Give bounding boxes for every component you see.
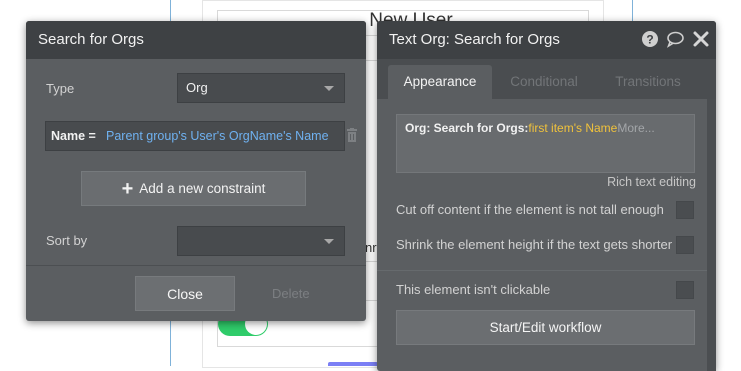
close-icon[interactable] [692, 30, 710, 48]
rich-text-editing-link[interactable]: Rich text editing [607, 175, 696, 189]
text-content-editor[interactable]: Org: Search for Orgs:first item's NameMo… [396, 114, 695, 173]
background-blue-element [328, 362, 378, 366]
help-icon[interactable]: ? [641, 30, 659, 48]
text-content-prefix: Org: Search for Orgs: [405, 121, 529, 135]
cut-off-content-label: Cut off content if the element is not ta… [396, 202, 664, 217]
property-editor: Text Org: Search for Orgs ? Appearance C… [377, 21, 716, 371]
tab-bar: Appearance Conditional Transitions [377, 59, 716, 99]
scrollbar[interactable] [707, 99, 716, 371]
constraint-key[interactable]: Name = [51, 129, 96, 143]
header-icons: ? [637, 30, 710, 48]
footer-divider [26, 265, 366, 266]
type-dropdown[interactable]: Org [177, 73, 345, 103]
dynamic-expression[interactable]: first item's Name [528, 121, 617, 135]
chevron-down-icon [324, 86, 334, 91]
tab-conditional[interactable]: Conditional [499, 65, 589, 99]
sort-by-label: Sort by [46, 233, 88, 248]
background-text-fragment: nr [365, 240, 377, 255]
add-constraint-button[interactable]: + Add a new constraint [81, 171, 306, 206]
chevron-down-icon [324, 239, 334, 244]
constraint-value[interactable]: Parent group's User's OrgName's Name [106, 129, 329, 143]
type-label: Type [46, 81, 75, 96]
cut-off-content-checkbox[interactable] [676, 201, 694, 219]
sort-by-dropdown[interactable] [177, 226, 345, 256]
plus-icon: + [121, 178, 134, 200]
constraint-row[interactable]: Name = Parent group's User's OrgName's N… [45, 121, 345, 151]
tab-transitions[interactable]: Transitions [603, 65, 693, 99]
start-edit-workflow-button[interactable]: Start/Edit workflow [396, 310, 695, 345]
shrink-height-label: Shrink the element height if the text ge… [396, 237, 673, 252]
search-dialog: Search for Orgs Type Org Name = Parent g… [26, 21, 366, 321]
more-link[interactable]: More... [617, 121, 654, 135]
shrink-height-checkbox[interactable] [676, 236, 694, 254]
svg-text:?: ? [646, 33, 653, 47]
type-dropdown-value: Org [186, 80, 208, 95]
add-constraint-label: Add a new constraint [139, 181, 266, 196]
section-divider [377, 270, 707, 271]
tab-appearance[interactable]: Appearance [388, 65, 492, 99]
search-dialog-title: Search for Orgs [26, 21, 366, 59]
not-clickable-checkbox[interactable] [676, 281, 694, 299]
not-clickable-label: This element isn't clickable [396, 282, 551, 297]
comment-icon[interactable] [666, 30, 685, 48]
trash-icon[interactable] [346, 128, 358, 142]
close-button[interactable]: Close [135, 276, 235, 311]
delete-button[interactable]: Delete [272, 276, 312, 311]
